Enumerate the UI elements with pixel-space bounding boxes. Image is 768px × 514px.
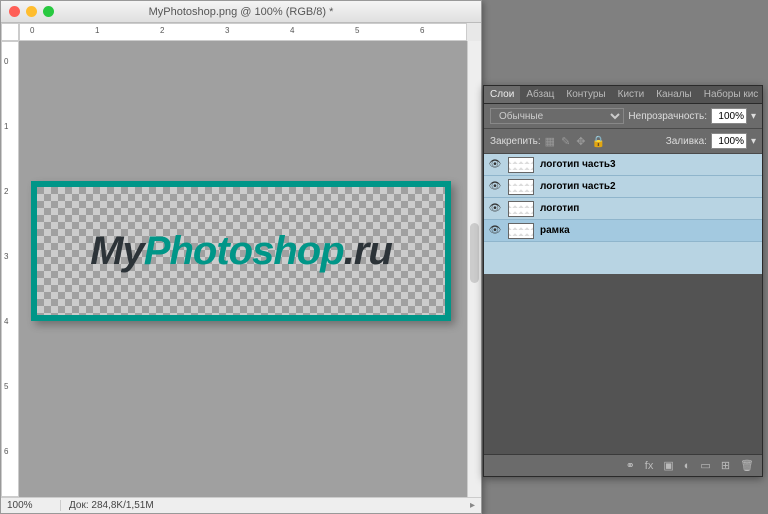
ruler-horizontal[interactable]: 0 1 2 3 4 5 6 xyxy=(19,23,467,41)
tab-paths[interactable]: Контуры xyxy=(560,86,611,103)
layer-row[interactable]: 👁 логотип часть2 xyxy=(484,176,762,198)
close-icon[interactable] xyxy=(9,6,20,17)
tab-layers[interactable]: Слои xyxy=(484,86,520,103)
adjustment-layer-icon[interactable]: ◐ xyxy=(684,460,691,472)
new-group-icon[interactable]: ▭ xyxy=(700,459,710,472)
tab-brush-presets[interactable]: Наборы кис xyxy=(698,86,762,103)
tab-channels[interactable]: Каналы xyxy=(650,86,698,103)
fill-flyout-icon[interactable]: ▾ xyxy=(751,136,756,147)
scrollbar-vertical[interactable] xyxy=(467,41,481,497)
canvas[interactable]: MyPhotoshop.ru xyxy=(19,41,467,497)
ruler-origin[interactable] xyxy=(1,23,19,41)
lock-label: Закрепить: xyxy=(490,136,541,147)
maximize-icon[interactable] xyxy=(43,6,54,17)
logo-text: MyPhotoshop.ru xyxy=(90,229,392,274)
tab-brushes[interactable]: Кисти xyxy=(612,86,651,103)
layers-panel: Слои Абзац Контуры Кисти Каналы Наборы к… xyxy=(483,85,763,477)
visibility-icon[interactable]: 👁 xyxy=(488,181,502,192)
window-controls xyxy=(9,6,54,17)
visibility-icon[interactable]: 👁 xyxy=(488,203,502,214)
lock-pixels-icon[interactable]: ✎ xyxy=(561,135,570,148)
doc-size-info[interactable]: Док: 284,8K/1,51M xyxy=(61,500,162,511)
visibility-icon[interactable]: 👁 xyxy=(488,159,502,170)
layer-list: 👁 логотип часть3 👁 логотип часть2 👁 лого… xyxy=(484,154,762,274)
scroll-thumb[interactable] xyxy=(470,223,479,283)
layer-thumbnail[interactable] xyxy=(508,223,534,239)
layer-thumbnail[interactable] xyxy=(508,179,534,195)
blend-mode-select[interactable]: Обычные xyxy=(490,108,624,124)
layer-thumbnail[interactable] xyxy=(508,157,534,173)
layer-row[interactable]: 👁 логотип часть3 xyxy=(484,154,762,176)
layer-name[interactable]: рамка xyxy=(540,225,570,236)
logo-part2: Photoshop xyxy=(144,229,344,273)
lock-transparency-icon[interactable]: ▦ xyxy=(545,135,555,148)
layer-name[interactable]: логотип xyxy=(540,203,579,214)
document-window: MyPhotoshop.png @ 100% (RGB/8) * 0 1 2 3… xyxy=(0,0,482,514)
minimize-icon[interactable] xyxy=(26,6,37,17)
window-title: MyPhotoshop.png @ 100% (RGB/8) * xyxy=(1,6,481,18)
zoom-field[interactable]: 100% xyxy=(1,500,61,511)
opacity-label: Непрозрачность: xyxy=(628,111,707,122)
title-bar[interactable]: MyPhotoshop.png @ 100% (RGB/8) * xyxy=(1,1,481,23)
fill-input[interactable] xyxy=(711,133,747,149)
lock-position-icon[interactable]: ✥ xyxy=(576,135,585,148)
blend-row: Обычные Непрозрачность: ▾ xyxy=(484,104,762,129)
tab-paragraph[interactable]: Абзац xyxy=(520,86,560,103)
logo-part1: My xyxy=(90,229,144,273)
layer-style-icon[interactable]: fx xyxy=(645,460,654,472)
visibility-icon[interactable]: 👁 xyxy=(488,225,502,236)
opacity-input[interactable] xyxy=(711,108,747,124)
lock-all-icon[interactable]: 🔒 xyxy=(592,135,606,148)
layer-name[interactable]: логотип часть3 xyxy=(540,159,616,170)
panel-footer: ⚭ fx ▣ ◐ ▭ ⊞ 🗑 xyxy=(484,454,762,476)
link-layers-icon[interactable]: ⚭ xyxy=(626,459,635,472)
delete-layer-icon[interactable]: 🗑 xyxy=(740,459,754,472)
new-layer-icon[interactable]: ⊞ xyxy=(721,459,730,472)
panel-tabs: Слои Абзац Контуры Кисти Каналы Наборы к… xyxy=(484,86,762,104)
layer-row[interactable]: 👁 логотип xyxy=(484,198,762,220)
layer-row[interactable]: 👁 рамка xyxy=(484,220,762,242)
layer-mask-icon[interactable]: ▣ xyxy=(663,459,673,472)
lock-icons: ▦ ✎ ✥ 🔒 xyxy=(545,135,606,148)
artwork-frame: MyPhotoshop.ru xyxy=(31,181,451,321)
layer-name[interactable]: логотип часть2 xyxy=(540,181,616,192)
logo-part3: .ru xyxy=(344,229,392,273)
lock-row: Закрепить: ▦ ✎ ✥ 🔒 Заливка: ▾ xyxy=(484,129,762,154)
ruler-vertical[interactable]: 0 1 2 3 4 5 6 xyxy=(1,41,19,497)
status-flyout-icon[interactable]: ▸ xyxy=(464,500,481,511)
fill-label: Заливка: xyxy=(666,136,707,147)
layer-thumbnail[interactable] xyxy=(508,201,534,217)
opacity-flyout-icon[interactable]: ▾ xyxy=(751,111,756,122)
status-bar: 100% Док: 284,8K/1,51M ▸ xyxy=(1,497,481,513)
